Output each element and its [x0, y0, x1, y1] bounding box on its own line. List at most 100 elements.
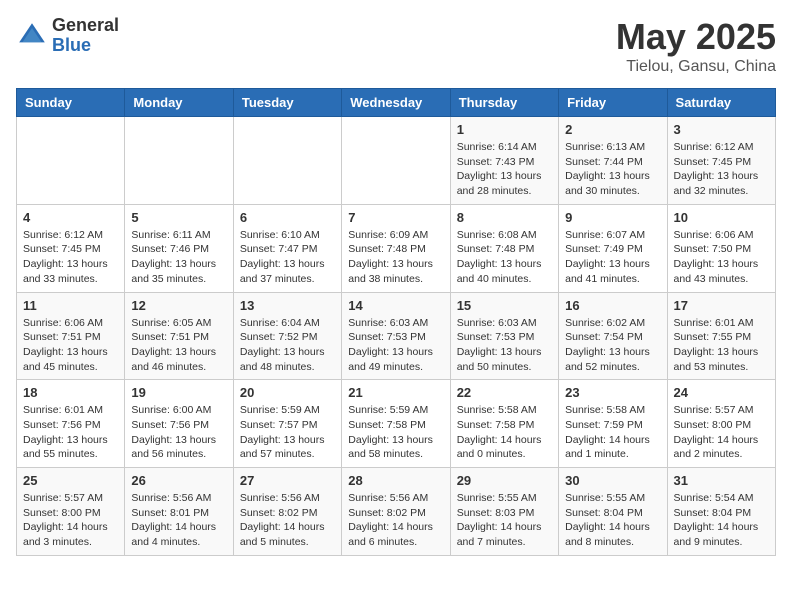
day-info: Sunrise: 5:56 AMSunset: 8:02 PMDaylight:…: [240, 491, 335, 550]
day-info: Sunrise: 5:58 AMSunset: 7:59 PMDaylight:…: [565, 403, 660, 462]
day-info: Sunrise: 6:01 AMSunset: 7:56 PMDaylight:…: [23, 403, 118, 462]
calendar-table: SundayMondayTuesdayWednesdayThursdayFrid…: [16, 88, 776, 556]
weekday-header-thursday: Thursday: [450, 89, 558, 117]
day-info: Sunrise: 6:11 AMSunset: 7:46 PMDaylight:…: [131, 228, 226, 287]
calendar-cell: 25 Sunrise: 5:57 AMSunset: 8:00 PMDayligh…: [17, 468, 125, 556]
day-number: 20: [240, 385, 335, 400]
day-number: 10: [674, 210, 769, 225]
logo: General Blue: [16, 16, 119, 56]
day-number: 28: [348, 473, 443, 488]
calendar-cell: 16 Sunrise: 6:02 AMSunset: 7:54 PMDayligh…: [559, 292, 667, 380]
day-number: 19: [131, 385, 226, 400]
day-number: 15: [457, 298, 552, 313]
day-number: 5: [131, 210, 226, 225]
day-info: Sunrise: 6:06 AMSunset: 7:50 PMDaylight:…: [674, 228, 769, 287]
day-info: Sunrise: 6:03 AMSunset: 7:53 PMDaylight:…: [348, 316, 443, 375]
day-number: 30: [565, 473, 660, 488]
weekday-header-monday: Monday: [125, 89, 233, 117]
day-number: 3: [674, 122, 769, 137]
day-info: Sunrise: 6:13 AMSunset: 7:44 PMDaylight:…: [565, 140, 660, 199]
calendar-cell: 31 Sunrise: 5:54 AMSunset: 8:04 PMDayligh…: [667, 468, 775, 556]
day-number: 7: [348, 210, 443, 225]
day-number: 18: [23, 385, 118, 400]
calendar-cell: 6Sunrise: 6:10 AMSunset: 7:47 PMDaylight…: [233, 204, 341, 292]
calendar-cell: 13Sunrise: 6:04 AMSunset: 7:52 PMDayligh…: [233, 292, 341, 380]
day-number: 23: [565, 385, 660, 400]
calendar-cell: 14Sunrise: 6:03 AMSunset: 7:53 PMDayligh…: [342, 292, 450, 380]
day-number: 21: [348, 385, 443, 400]
calendar-cell: 24 Sunrise: 5:57 AMSunset: 8:00 PMDayligh…: [667, 380, 775, 468]
calendar-cell: 30 Sunrise: 5:55 AMSunset: 8:04 PMDayligh…: [559, 468, 667, 556]
main-title: May 2025: [616, 16, 776, 58]
day-info: Sunrise: 5:54 AMSunset: 8:04 PMDaylight:…: [674, 491, 769, 550]
weekday-row: SundayMondayTuesdayWednesdayThursdayFrid…: [17, 89, 776, 117]
weekday-header-wednesday: Wednesday: [342, 89, 450, 117]
day-number: 11: [23, 298, 118, 313]
calendar-cell: 20 Sunrise: 5:59 AMSunset: 7:57 PMDayligh…: [233, 380, 341, 468]
day-number: 2: [565, 122, 660, 137]
calendar-cell: 15 Sunrise: 6:03 AMSunset: 7:53 PMDayligh…: [450, 292, 558, 380]
calendar-cell: 19 Sunrise: 6:00 AMSunset: 7:56 PMDayligh…: [125, 380, 233, 468]
day-info: Sunrise: 6:09 AMSunset: 7:48 PMDaylight:…: [348, 228, 443, 287]
day-info: Sunrise: 5:55 AMSunset: 8:04 PMDaylight:…: [565, 491, 660, 550]
calendar-cell: 11 Sunrise: 6:06 AMSunset: 7:51 PMDayligh…: [17, 292, 125, 380]
weekday-header-tuesday: Tuesday: [233, 89, 341, 117]
day-info: Sunrise: 6:12 AMSunset: 7:45 PMDaylight:…: [674, 140, 769, 199]
day-number: 17: [674, 298, 769, 313]
subtitle: Tielou, Gansu, China: [616, 58, 776, 76]
calendar-cell: 26 Sunrise: 5:56 AMSunset: 8:01 PMDayligh…: [125, 468, 233, 556]
logo-general-text: General: [52, 16, 119, 36]
day-info: Sunrise: 5:58 AMSunset: 7:58 PMDaylight:…: [457, 403, 552, 462]
day-info: Sunrise: 6:00 AMSunset: 7:56 PMDaylight:…: [131, 403, 226, 462]
weekday-header-sunday: Sunday: [17, 89, 125, 117]
day-info: Sunrise: 6:10 AMSunset: 7:47 PMDaylight:…: [240, 228, 335, 287]
day-info: Sunrise: 5:56 AMSunset: 8:01 PMDaylight:…: [131, 491, 226, 550]
calendar-cell: 1 Sunrise: 6:14 AMSunset: 7:43 PMDaylight…: [450, 117, 558, 205]
day-info: Sunrise: 6:14 AMSunset: 7:43 PMDaylight:…: [457, 140, 552, 199]
calendar-cell: 21 Sunrise: 5:59 AMSunset: 7:58 PMDayligh…: [342, 380, 450, 468]
day-info: Sunrise: 6:03 AMSunset: 7:53 PMDaylight:…: [457, 316, 552, 375]
calendar-cell: 3 Sunrise: 6:12 AMSunset: 7:45 PMDaylight…: [667, 117, 775, 205]
day-info: Sunrise: 5:57 AMSunset: 8:00 PMDaylight:…: [674, 403, 769, 462]
logo-icon: [16, 20, 48, 52]
day-number: 12: [131, 298, 226, 313]
day-number: 25: [23, 473, 118, 488]
day-number: 24: [674, 385, 769, 400]
calendar-cell: 23 Sunrise: 5:58 AMSunset: 7:59 PMDayligh…: [559, 380, 667, 468]
calendar-week-4: 18 Sunrise: 6:01 AMSunset: 7:56 PMDayligh…: [17, 380, 776, 468]
calendar-cell: 29Sunrise: 5:55 AMSunset: 8:03 PMDayligh…: [450, 468, 558, 556]
day-number: 9: [565, 210, 660, 225]
title-block: May 2025 Tielou, Gansu, China: [616, 16, 776, 76]
day-number: 26: [131, 473, 226, 488]
calendar-cell: [342, 117, 450, 205]
day-number: 13: [240, 298, 335, 313]
day-number: 8: [457, 210, 552, 225]
day-number: 29: [457, 473, 552, 488]
day-info: Sunrise: 6:07 AMSunset: 7:49 PMDaylight:…: [565, 228, 660, 287]
day-info: Sunrise: 6:12 AMSunset: 7:45 PMDaylight:…: [23, 228, 118, 287]
calendar-cell: 18 Sunrise: 6:01 AMSunset: 7:56 PMDayligh…: [17, 380, 125, 468]
day-number: 27: [240, 473, 335, 488]
day-number: 1: [457, 122, 552, 137]
calendar-cell: 27 Sunrise: 5:56 AMSunset: 8:02 PMDayligh…: [233, 468, 341, 556]
calendar-cell: 7 Sunrise: 6:09 AMSunset: 7:48 PMDaylight…: [342, 204, 450, 292]
calendar-cell: 5 Sunrise: 6:11 AMSunset: 7:46 PMDaylight…: [125, 204, 233, 292]
day-info: Sunrise: 6:02 AMSunset: 7:54 PMDaylight:…: [565, 316, 660, 375]
day-number: 16: [565, 298, 660, 313]
day-info: Sunrise: 6:01 AMSunset: 7:55 PMDaylight:…: [674, 316, 769, 375]
weekday-header-friday: Friday: [559, 89, 667, 117]
day-info: Sunrise: 5:59 AMSunset: 7:58 PMDaylight:…: [348, 403, 443, 462]
day-number: 22: [457, 385, 552, 400]
day-number: 31: [674, 473, 769, 488]
day-info: Sunrise: 5:56 AMSunset: 8:02 PMDaylight:…: [348, 491, 443, 550]
day-info: Sunrise: 6:06 AMSunset: 7:51 PMDaylight:…: [23, 316, 118, 375]
day-info: Sunrise: 5:57 AMSunset: 8:00 PMDaylight:…: [23, 491, 118, 550]
day-info: Sunrise: 6:05 AMSunset: 7:51 PMDaylight:…: [131, 316, 226, 375]
day-number: 4: [23, 210, 118, 225]
logo-blue-text: Blue: [52, 36, 119, 56]
calendar-cell: 8Sunrise: 6:08 AMSunset: 7:48 PMDaylight…: [450, 204, 558, 292]
calendar-cell: 28 Sunrise: 5:56 AMSunset: 8:02 PMDayligh…: [342, 468, 450, 556]
calendar-cell: [125, 117, 233, 205]
calendar-cell: 22 Sunrise: 5:58 AMSunset: 7:58 PMDayligh…: [450, 380, 558, 468]
day-info: Sunrise: 5:59 AMSunset: 7:57 PMDaylight:…: [240, 403, 335, 462]
